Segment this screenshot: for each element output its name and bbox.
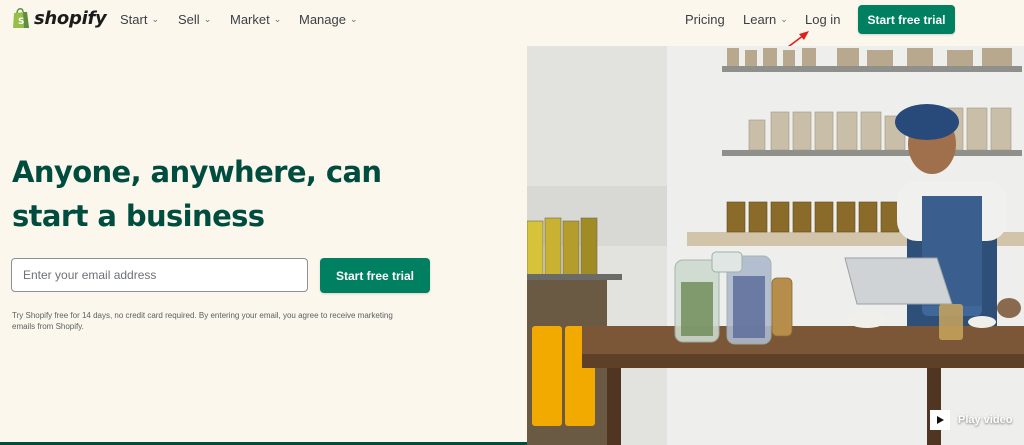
nav-start[interactable]: Start ⌄ <box>120 12 159 27</box>
hero-photo <box>527 46 1024 445</box>
nav-manage-label: Manage <box>299 12 346 27</box>
hero-cta-label: Start free trial <box>335 268 415 283</box>
nav-sell[interactable]: Sell ⌄ <box>178 12 211 27</box>
merchant-workshop-illustration <box>527 46 1024 445</box>
hero-headline: Anyone, anywhere, can start a business <box>12 150 512 238</box>
chevron-down-icon: ⌄ <box>203 14 212 24</box>
login-link[interactable]: Log in <box>805 12 840 27</box>
nav-start-label: Start <box>120 12 148 27</box>
nav-pricing[interactable]: Pricing <box>685 12 725 27</box>
nav-pricing-label: Pricing <box>685 12 725 27</box>
login-label: Log in <box>805 12 841 27</box>
chevron-down-icon: ⌄ <box>151 14 160 24</box>
nav-market[interactable]: Market ⌄ <box>230 12 281 27</box>
chevron-down-icon: ⌄ <box>349 14 358 24</box>
hero-headline-line-2: start a business <box>12 199 265 233</box>
top-navigation: S shopify Start ⌄ Sell ⌄ Market ⌄ Manage… <box>0 0 1024 51</box>
nav-learn-label: Learn <box>743 12 777 27</box>
nav-manage[interactable]: Manage ⌄ <box>299 12 358 27</box>
nav-learn[interactable]: Learn ⌄ <box>743 12 788 27</box>
nav-start-free-trial-button[interactable]: Start free trial <box>858 5 955 34</box>
play-video-label: Play video <box>958 414 1013 426</box>
nav-market-label: Market <box>230 12 270 27</box>
svg-text:S: S <box>18 17 24 27</box>
play-video-button[interactable]: Play video <box>930 410 1012 430</box>
chevron-down-icon: ⌄ <box>780 14 788 24</box>
nav-cta-label: Start free trial <box>867 12 946 27</box>
hero-headline-line-1: Anyone, anywhere, can <box>12 155 382 189</box>
shopping-bag-icon: S <box>13 8 29 28</box>
email-input[interactable] <box>11 258 308 292</box>
shopify-logo[interactable]: S shopify <box>12 7 107 29</box>
play-icon <box>930 410 950 430</box>
nav-sell-label: Sell <box>178 12 200 27</box>
brand-wordmark: shopify <box>34 7 107 29</box>
chevron-down-icon: ⌄ <box>273 14 282 24</box>
hero-start-free-trial-button[interactable]: Start free trial <box>320 258 430 293</box>
signup-disclaimer: Try Shopify free for 14 days, no credit … <box>12 311 393 331</box>
